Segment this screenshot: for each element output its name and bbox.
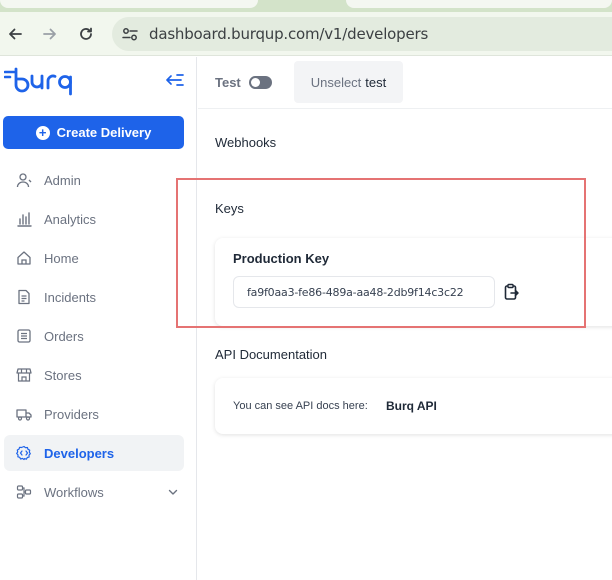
sidebar-item-incidents[interactable]: Incidents — [4, 279, 184, 315]
topbar: Test Unselect test — [198, 57, 612, 109]
collapse-sidebar-icon[interactable] — [164, 70, 186, 90]
reload-icon[interactable] — [74, 22, 98, 46]
sidebar-item-analytics[interactable]: Analytics — [4, 201, 184, 237]
sidebar-item-label: Workflows — [44, 484, 104, 500]
create-delivery-label: Create Delivery — [56, 125, 152, 140]
sidebar-item-label: Developers — [44, 445, 115, 461]
home-icon — [17, 251, 31, 265]
highlight-box — [176, 178, 586, 328]
chevron-down-icon[interactable] — [168, 487, 178, 497]
back-icon[interactable] — [3, 22, 27, 46]
workflow-icon — [16, 485, 32, 499]
api-docs-title: API Documentation — [215, 347, 328, 362]
sidebar: + Create Delivery Admin Analytics Home I… — [0, 57, 197, 580]
create-delivery-button[interactable]: + Create Delivery — [3, 116, 184, 149]
webhooks-title[interactable]: Webhooks — [215, 135, 276, 150]
sidebar-item-label: Analytics — [44, 211, 97, 227]
sidebar-item-stores[interactable]: Stores — [4, 357, 184, 393]
sidebar-item-admin[interactable]: Admin — [4, 162, 184, 198]
sidebar-item-label: Home — [44, 250, 79, 266]
user-icon — [16, 173, 32, 188]
plus-icon: + — [35, 125, 50, 140]
orders-icon — [17, 329, 31, 343]
test-mode-label: Test — [215, 75, 241, 90]
store-icon — [16, 368, 32, 382]
api-docs-text: You can see API docs here: — [233, 400, 368, 412]
browser-tab[interactable] — [346, 0, 612, 8]
sidebar-item-home[interactable]: Home — [4, 240, 184, 276]
site-settings-icon[interactable] — [121, 25, 139, 43]
unselect-test-button[interactable]: Unselect test — [294, 61, 403, 103]
browser-tabstrip — [0, 0, 612, 12]
url-text[interactable]: dashboard.burqup.com/v1/developers — [149, 25, 428, 43]
sidebar-item-label: Admin — [44, 172, 81, 188]
test-mode-toggle[interactable] — [249, 76, 272, 89]
unselect-value: test — [365, 74, 387, 90]
forward-icon[interactable] — [38, 22, 62, 46]
api-docs-link[interactable]: Burq API — [386, 399, 437, 413]
url-bar[interactable]: dashboard.burqup.com/v1/developers — [112, 17, 612, 51]
sidebar-nav: Admin Analytics Home Incidents Orders St… — [4, 162, 184, 513]
sidebar-item-developers[interactable]: Developers — [4, 435, 184, 471]
truck-icon — [16, 409, 32, 421]
sidebar-item-label: Stores — [44, 367, 82, 383]
browser-address-bar: dashboard.burqup.com/v1/developers — [0, 12, 612, 56]
browser-tab[interactable] — [0, 0, 258, 8]
bar-chart-icon — [17, 212, 32, 227]
sidebar-item-label: Incidents — [44, 289, 97, 305]
unselect-label: Unselect — [310, 74, 362, 90]
burq-logo[interactable] — [3, 66, 80, 96]
document-icon — [18, 289, 30, 305]
sidebar-item-workflows[interactable]: Workflows — [4, 474, 184, 510]
sidebar-item-orders[interactable]: Orders — [4, 318, 184, 354]
code-icon — [16, 445, 31, 461]
sidebar-item-providers[interactable]: Providers — [4, 396, 184, 432]
sidebar-item-label: Providers — [44, 406, 99, 422]
api-docs-card: You can see API docs here: Burq API — [215, 378, 612, 434]
sidebar-item-label: Orders — [44, 328, 84, 344]
